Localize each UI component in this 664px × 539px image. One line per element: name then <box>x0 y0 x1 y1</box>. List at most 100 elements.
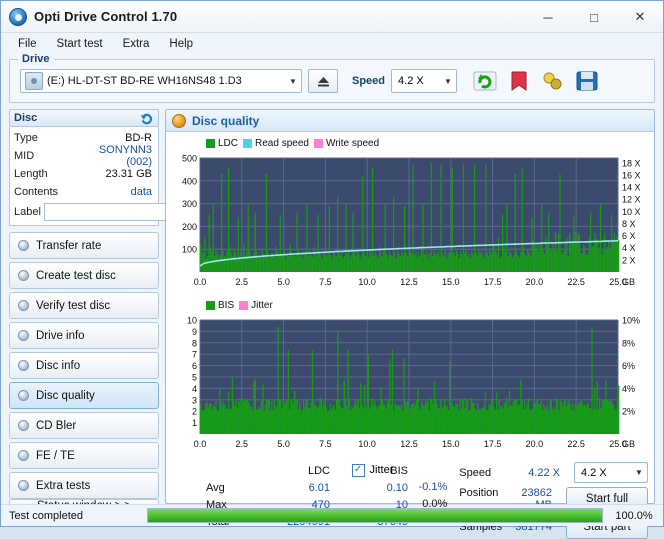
drive-group-label: Drive <box>18 53 54 65</box>
jitter-checkbox[interactable]: ✓ <box>352 464 365 477</box>
jitter-value-avg: -0.1% <box>414 481 460 493</box>
svg-text:5.0: 5.0 <box>277 439 290 449</box>
svg-text:0.0: 0.0 <box>194 277 207 287</box>
legend-label-write-speed: Write speed <box>326 138 379 149</box>
svg-text:2.5: 2.5 <box>236 277 249 287</box>
legend-jitter: Jitter <box>239 300 273 311</box>
bullet-icon <box>18 420 29 431</box>
svg-text:5.0: 5.0 <box>277 277 290 287</box>
maximize-icon[interactable]: □ <box>571 1 617 33</box>
stats-right: Speed 4.22 X 4.2 X ▼ Position 23862 MB <box>459 462 648 499</box>
sidebar-item-transfer-rate[interactable]: Transfer rate <box>9 232 159 259</box>
disc-quality-icon <box>172 114 186 128</box>
disc-info-table: Type BD-R MID SONYNN3 (002) Length 23.31… <box>9 127 159 226</box>
app-icon <box>9 8 27 26</box>
svg-text:15.0: 15.0 <box>442 277 460 287</box>
svg-text:GB: GB <box>622 277 635 287</box>
stats-mid: ✓ Jitter -0.1% 0.0% <box>352 462 460 499</box>
svg-text:4: 4 <box>192 384 197 394</box>
plugs-button[interactable] <box>539 67 567 95</box>
svg-text:10 X: 10 X <box>622 207 641 217</box>
menu-extra[interactable]: Extra <box>114 35 159 53</box>
menu-help[interactable]: Help <box>160 35 202 53</box>
save-button[interactable] <box>573 67 601 95</box>
svg-text:10.0: 10.0 <box>358 277 376 287</box>
legend-bis: BIS <box>206 300 234 311</box>
test-speed-select[interactable]: 4.2 X ▼ <box>574 462 648 483</box>
save-icon <box>575 69 599 93</box>
disc-value-mid: SONYNN3 (002) <box>76 144 154 168</box>
sidebar-item-create-test-disc[interactable]: Create test disc <box>9 262 159 289</box>
drive-group: Drive (E:) HL-DT-ST BD-RE WH16NS48 1.D3 … <box>9 59 655 103</box>
svg-text:7: 7 <box>192 350 197 360</box>
sidebar-item-verify-test-disc[interactable]: Verify test disc <box>9 292 159 319</box>
progress-percent: 100.0% <box>609 510 659 522</box>
svg-text:14 X: 14 X <box>622 183 641 193</box>
disc-key-contents: Contents <box>14 186 76 198</box>
sidebar-label-fe-te: FE / TE <box>36 450 75 462</box>
sidebar-item-drive-info[interactable]: Drive info <box>9 322 159 349</box>
svg-text:8%: 8% <box>622 338 635 348</box>
speed-select[interactable]: 4.2 X ▼ <box>391 69 457 93</box>
chevron-down-icon-speed[interactable]: ▼ <box>440 70 456 92</box>
refresh-icon[interactable] <box>138 110 154 126</box>
drive-select[interactable]: (E:) HL-DT-ST BD-RE WH16NS48 1.D3 ▼ <box>20 69 302 93</box>
left-panel: Disc Type BD-R MID SONYNN3 (002) <box>9 109 159 504</box>
svg-text:12 X: 12 X <box>622 195 641 205</box>
eject-button[interactable] <box>308 69 338 93</box>
charts-area: LDC Read speed Write speed 1002003004005… <box>166 132 654 458</box>
disc-header: Disc <box>9 109 159 127</box>
bottom-chart: 123456789102%4%6%8%10%0.02.55.07.510.012… <box>170 312 650 458</box>
svg-text:4 X: 4 X <box>622 243 636 253</box>
svg-text:20.0: 20.0 <box>526 439 544 449</box>
svg-text:9: 9 <box>192 327 197 337</box>
bullet-icon <box>18 300 29 311</box>
disc-key-length: Length <box>14 168 76 180</box>
disc-quality-panel: Disc quality LDC Read speed Write sp <box>165 109 655 504</box>
bookmark-button[interactable] <box>505 67 533 95</box>
disc-row-length: Length 23.31 GB <box>10 165 158 183</box>
right-key-speed: Speed <box>459 467 515 479</box>
disc-row-contents: Contents data <box>10 183 158 201</box>
status-text: Test completed <box>5 510 141 522</box>
svg-text:0.0: 0.0 <box>194 439 207 449</box>
legend-swatch-jitter <box>239 301 248 310</box>
svg-text:2 X: 2 X <box>622 255 636 265</box>
chevron-down-icon-test-speed[interactable]: ▼ <box>631 463 647 482</box>
sidebar-item-fe-te[interactable]: FE / TE <box>9 442 159 469</box>
legend-label-ldc: LDC <box>218 138 238 149</box>
legend-swatch-write-speed <box>314 139 323 148</box>
legend-read-speed: Read speed <box>243 138 309 149</box>
close-icon[interactable]: ✕ <box>617 1 663 33</box>
disc-key-mid: MID <box>14 150 76 162</box>
bullet-icon <box>18 330 29 341</box>
disc-key-label: Label <box>14 206 41 218</box>
svg-text:17.5: 17.5 <box>484 439 502 449</box>
svg-text:400: 400 <box>182 176 197 186</box>
menu-start-test[interactable]: Start test <box>48 35 112 53</box>
legend-label-read-speed: Read speed <box>255 138 309 149</box>
legend-swatch-bis <box>206 301 215 310</box>
svg-text:500: 500 <box>182 154 197 164</box>
svg-text:12.5: 12.5 <box>400 439 418 449</box>
sidebar-item-extra-tests[interactable]: Extra tests <box>9 472 159 499</box>
chevron-down-icon[interactable]: ▼ <box>285 70 301 92</box>
disc-value-length: 23.31 GB <box>76 168 154 180</box>
jitter-checkbox-row[interactable]: ✓ Jitter <box>352 462 460 478</box>
sidebar-item-disc-info[interactable]: Disc info <box>9 352 159 379</box>
menu-bar: File Start test Extra Help <box>1 33 663 55</box>
svg-text:2.5: 2.5 <box>236 439 249 449</box>
refresh-green-button[interactable] <box>471 67 499 95</box>
window-controls: ─ □ ✕ <box>525 1 663 32</box>
minimize-icon[interactable]: ─ <box>525 1 571 33</box>
nav-list: Transfer rate Create test disc Verify te… <box>9 232 159 499</box>
app-window: Opti Drive Control 1.70 ─ □ ✕ File Start… <box>0 0 664 527</box>
drive-icon <box>25 72 43 90</box>
menu-file[interactable]: File <box>9 35 46 53</box>
bottom-chart-legend: BIS Jitter <box>206 298 650 312</box>
disc-quality-header: Disc quality <box>166 110 654 132</box>
sidebar-item-cd-bler[interactable]: CD Bler <box>9 412 159 439</box>
top-chart: 1002003004005002 X4 X6 X8 X10 X12 X14 X1… <box>170 150 650 296</box>
sidebar-item-disc-quality[interactable]: Disc quality <box>9 382 159 409</box>
svg-text:2: 2 <box>192 407 197 417</box>
